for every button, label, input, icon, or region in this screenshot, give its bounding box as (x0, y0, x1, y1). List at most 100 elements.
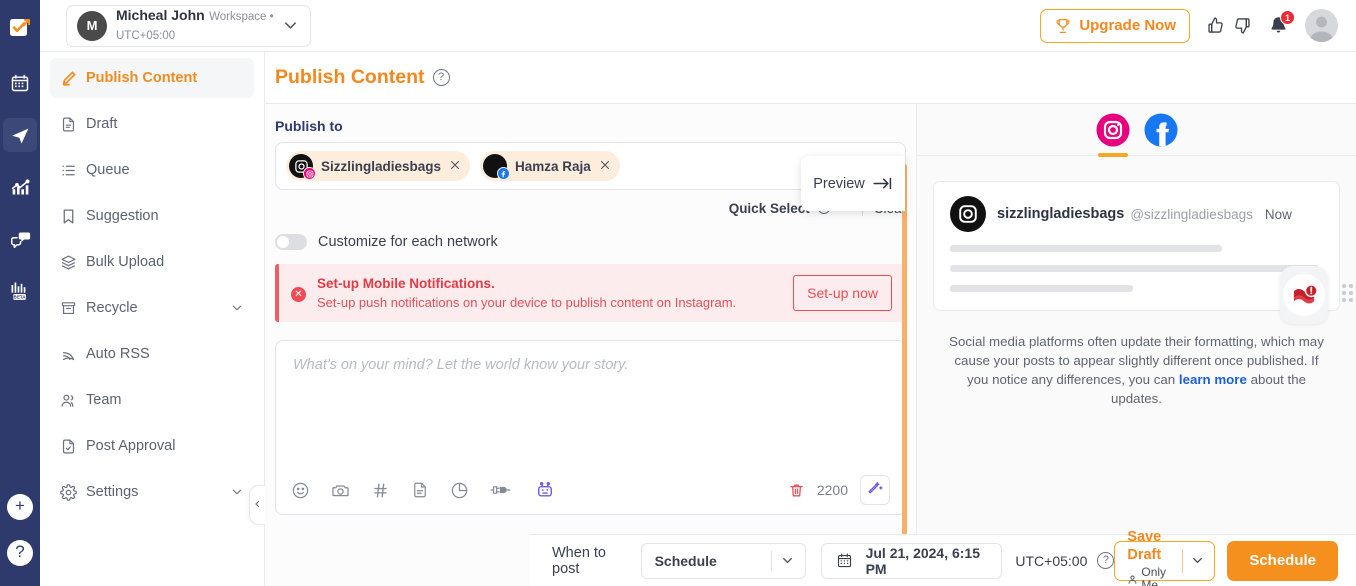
sidebar-item-team[interactable]: Team (50, 380, 254, 420)
main-area: Publish Content ? Publish to (265, 0, 1356, 586)
quick-select-label[interactable]: Quick Select (729, 201, 810, 216)
floating-alert-widget[interactable] (1280, 266, 1328, 324)
upgrade-now-label: Upgrade Now (1079, 17, 1176, 34)
thumbs-up-icon[interactable] (1206, 15, 1227, 36)
learn-more-link[interactable]: learn more (1179, 372, 1247, 387)
question-circle-icon[interactable]: ? (1097, 552, 1114, 569)
customize-network-toggle[interactable] (275, 234, 307, 250)
alert-description: Set-up push notifications on your device… (317, 295, 793, 310)
chevron-down-icon (230, 301, 244, 315)
preview-network-tabs (917, 104, 1356, 156)
hashtag-icon[interactable] (371, 481, 390, 500)
sidebar-label: Publish Content (86, 70, 244, 86)
emoji-icon[interactable] (291, 481, 310, 500)
setup-now-button[interactable]: Set-up now (793, 275, 892, 311)
sidebar-label: Queue (86, 162, 244, 178)
rail-add-button[interactable]: + (7, 494, 33, 520)
drag-grip-icon[interactable] (1342, 284, 1352, 302)
post-text-input[interactable]: What's on your mind? Let the world know … (276, 341, 905, 466)
preview-panel: sizzlingladiesbags @sizzlingladiesbags N… (916, 104, 1356, 586)
schedule-type-value: Schedule (655, 553, 763, 569)
users-icon (60, 392, 86, 409)
plug-icon[interactable] (490, 482, 514, 498)
sidebar-collapse-handle[interactable] (249, 485, 265, 525)
app-root: BETA + ? Publish Content Draft (0, 0, 1356, 586)
calendar-icon (836, 552, 853, 569)
bottom-action-bar: When to post Schedule Jul 21, 2024, 6:15… (530, 534, 1356, 586)
chevron-down-icon (230, 485, 244, 499)
customize-network-label: Customize for each network (318, 234, 498, 250)
top-bar: M Micheal John Workspace • UTC+05:00 Upg… (40, 0, 1356, 52)
avatar (289, 154, 313, 178)
sidebar-label: Bulk Upload (86, 254, 244, 270)
question-circle-icon[interactable]: ? (433, 69, 450, 86)
notifications-button[interactable]: 1 (1268, 15, 1289, 36)
sidebar-item-bulk-upload[interactable]: Bulk Upload (50, 242, 254, 282)
preview-post-header: sizzlingladiesbags @sizzlingladiesbags N… (950, 196, 1323, 232)
robot-icon[interactable] (535, 480, 555, 500)
rail-item-calendar[interactable] (3, 66, 37, 100)
preview-toggle-button[interactable]: Preview (801, 156, 905, 211)
schedule-date-picker[interactable]: Jul 21, 2024, 6:15 PM (821, 543, 1003, 579)
save-draft-visibility: Only Me (1127, 566, 1173, 586)
facebook-badge-icon (497, 167, 510, 180)
chevron-down-icon (281, 16, 300, 35)
divider (771, 551, 772, 571)
magic-wand-button[interactable] (860, 475, 890, 505)
content-scrollbar[interactable] (902, 164, 907, 569)
sidebar-label: Recycle (86, 300, 230, 316)
sidebar-label: Auto RSS (86, 346, 244, 362)
trash-icon[interactable] (788, 482, 805, 499)
workspace-selector[interactable]: M Micheal John Workspace • UTC+05:00 (66, 5, 311, 47)
person-icon (1127, 574, 1138, 585)
file-check-icon (60, 438, 86, 455)
chip-label: Hamza Raja (515, 159, 591, 174)
when-to-post-label: When to post (552, 545, 629, 577)
avatar (950, 196, 986, 232)
close-icon[interactable] (599, 159, 611, 173)
pie-chart-icon[interactable] (450, 481, 469, 500)
document-icon[interactable] (411, 481, 429, 499)
preview-tab-facebook[interactable] (1143, 112, 1179, 148)
sidebar-item-post-approval[interactable]: Post Approval (50, 426, 254, 466)
schedule-type-select[interactable]: Schedule (641, 543, 806, 579)
sidebar-item-auto-rss[interactable]: Auto RSS (50, 334, 254, 374)
chevron-down-icon (780, 553, 799, 568)
alert-text: Set-up Mobile Notifications. Set-up push… (317, 276, 793, 310)
sidebar-item-draft[interactable]: Draft (50, 104, 254, 144)
schedule-button[interactable]: Schedule (1227, 541, 1338, 581)
sidebar-item-suggestion[interactable]: Suggestion (50, 196, 254, 236)
layers-icon (60, 254, 86, 271)
rail-item-analytics[interactable] (3, 170, 37, 204)
sidebar-label: Post Approval (86, 438, 244, 454)
rail-item-reports-beta[interactable]: BETA (3, 274, 37, 308)
sidebar-label: Suggestion (86, 208, 244, 224)
app-logo-icon[interactable] (0, 8, 40, 48)
preview-tab-instagram[interactable] (1095, 112, 1131, 148)
sidebar-item-queue[interactable]: Queue (50, 150, 254, 190)
page-header: Publish Content ? (265, 52, 1356, 104)
sidebar-item-settings[interactable]: Settings (50, 472, 254, 512)
thumbs-down-icon[interactable] (1231, 15, 1252, 36)
rail-item-publish[interactable] (3, 118, 37, 152)
camera-icon[interactable] (331, 481, 350, 500)
close-icon[interactable] (449, 159, 461, 173)
user-avatar[interactable] (1305, 9, 1338, 42)
alert-title: Set-up Mobile Notifications. (317, 276, 793, 291)
preview-skeleton-line (950, 285, 1133, 292)
account-chip-facebook[interactable]: Hamza Raja (480, 151, 620, 181)
rail-help-button[interactable]: ? (7, 540, 33, 566)
sidebar-item-publish-content[interactable]: Publish Content (50, 58, 254, 98)
instagram-badge-icon (303, 167, 316, 180)
rail-item-inbox[interactable] (3, 222, 37, 256)
bookmark-icon (60, 208, 86, 225)
preview-account-name: sizzlingladiesbags (997, 206, 1124, 222)
save-draft-button[interactable]: Save Draft Only Me (1114, 541, 1215, 581)
pencil-icon (60, 69, 86, 87)
account-chip-instagram[interactable]: Sizzlingladiesbags (286, 151, 470, 181)
chevron-down-icon[interactable] (1190, 553, 1210, 568)
upgrade-now-button[interactable]: Upgrade Now (1040, 9, 1190, 43)
sidebar-item-recycle[interactable]: Recycle (50, 288, 254, 328)
avatar: M (77, 11, 107, 41)
page-title: Publish Content (275, 66, 425, 89)
